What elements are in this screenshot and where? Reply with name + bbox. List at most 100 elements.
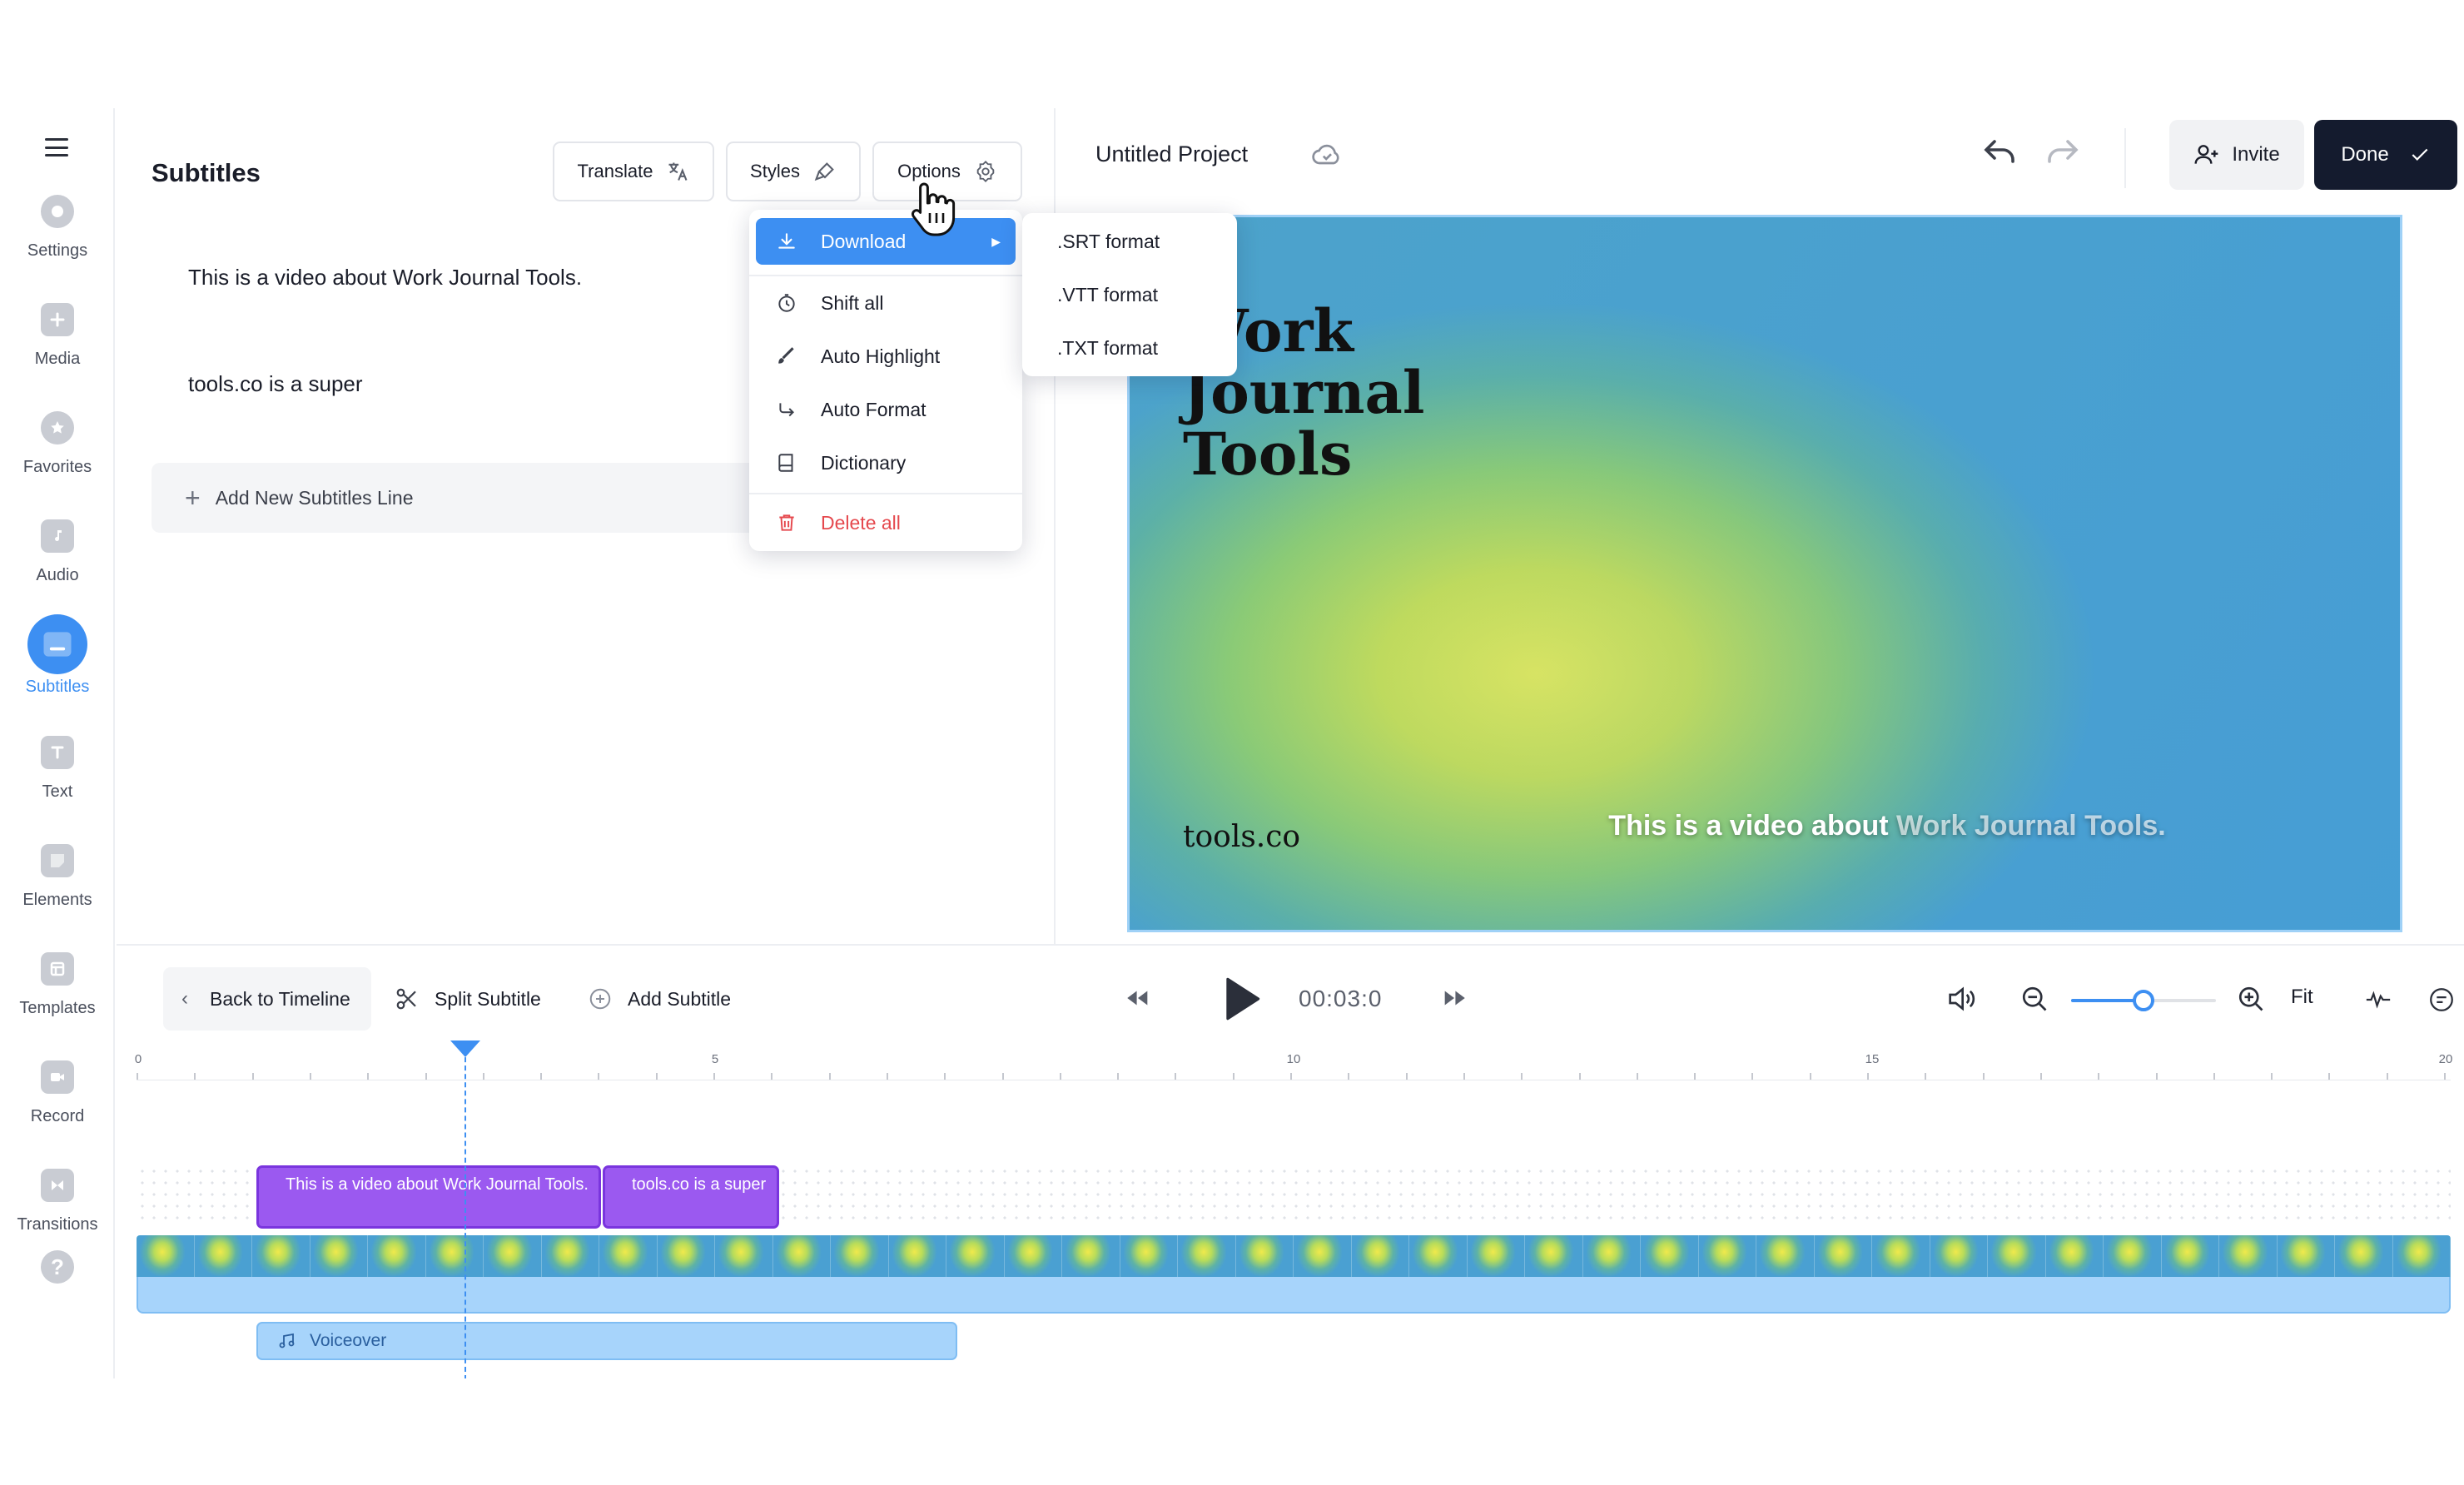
canvas-subtitle[interactable]: This is a video about Work Journal Tools…: [1471, 810, 2303, 842]
options-dropdown-menu: Download ▶ Shift all Auto Highlight Auto…: [749, 210, 1022, 551]
sidebar-item-favorites[interactable]: Favorites: [0, 408, 115, 499]
menu-item-delete-all[interactable]: Delete all: [756, 499, 1016, 546]
zoom-in-icon[interactable]: [2236, 984, 2266, 1014]
submenu-item-txt[interactable]: .TXT format: [1022, 325, 1237, 371]
sidebar-item-subtitles[interactable]: Subtitles: [0, 614, 115, 716]
video-thumbnail-frame: [1814, 1235, 1872, 1277]
settings-icon: [41, 195, 74, 228]
ruler-tick: [1405, 1073, 1408, 1080]
ruler-tick: [1175, 1073, 1177, 1080]
video-thumbnail-frame: [368, 1235, 426, 1277]
sidebar-item-transitions[interactable]: Transitions: [0, 1165, 115, 1257]
ruler-tick: [1925, 1073, 1927, 1080]
menu-item-auto-highlight[interactable]: Auto Highlight: [756, 333, 1016, 380]
ruler-tick: [655, 1073, 658, 1080]
video-thumbnail-frame: [1062, 1235, 1120, 1277]
waveform-icon[interactable]: [2364, 986, 2392, 1014]
menu-divider: [749, 493, 1022, 494]
ruler-label: 15: [1865, 1052, 1880, 1066]
submenu-item-vtt[interactable]: .VTT format: [1022, 271, 1237, 318]
zoom-slider-handle[interactable]: [2133, 990, 2154, 1011]
video-thumbnail-frame: [1235, 1235, 1294, 1277]
app-root: Settings Media Favorites Audio Subtitles…: [0, 0, 2464, 1485]
sidebar-item-media[interactable]: Media: [0, 300, 115, 391]
sidebar-item-label: Record: [30, 1107, 85, 1125]
translate-label: Translate: [577, 161, 653, 181]
zoom-slider[interactable]: [2071, 990, 2216, 1011]
format-arrow-icon: [779, 403, 794, 417]
sidebar-item-label: Audio: [36, 566, 79, 584]
menu-item-shift-all[interactable]: Shift all: [756, 280, 1016, 326]
subtitle-clip-2[interactable]: tools.co is a super: [603, 1165, 779, 1229]
video-thumbnail-frame: [310, 1235, 368, 1277]
canvas-brand-text[interactable]: tools.co: [1183, 820, 1300, 854]
ruler-label: 20: [2438, 1052, 2453, 1066]
video-thumbnail-frame: [2045, 1235, 2104, 1277]
video-thumbnail-frame: [1178, 1235, 1236, 1277]
subtitle-line-1[interactable]: This is a video about Work Journal Tools…: [188, 265, 582, 291]
video-thumbnail-frame: [252, 1235, 310, 1277]
video-thumbnail-frame: [2277, 1235, 2335, 1277]
ruler-tick: [1290, 1073, 1292, 1080]
ruler-tick: [1059, 1073, 1061, 1080]
sidebar-item-label: Templates: [19, 999, 96, 1017]
ruler-tick: [2155, 1073, 2158, 1080]
ruler-tick: [771, 1073, 773, 1080]
captions-icon[interactable]: [2427, 986, 2456, 1014]
redo-icon[interactable]: [2043, 135, 2083, 175]
play-icon[interactable]: [1219, 976, 1262, 1022]
translate-button[interactable]: Translate: [553, 142, 714, 201]
menu-item-download[interactable]: Download ▶: [756, 218, 1016, 265]
back-to-timeline-button[interactable]: ‹ Back to Timeline: [163, 967, 371, 1031]
sidebar-item-templates[interactable]: Templates: [0, 949, 115, 1040]
video-track-thumbnails[interactable]: [137, 1235, 2451, 1277]
sidebar-item-text[interactable]: Text: [0, 733, 115, 824]
ruler-tick: [1809, 1073, 1811, 1080]
menu-item-dictionary[interactable]: Dictionary: [756, 440, 1016, 486]
video-thumbnail-frame: [1004, 1235, 1062, 1277]
done-button[interactable]: Done: [2314, 120, 2457, 190]
playhead[interactable]: [450, 1040, 480, 1378]
subtitles-icon: [27, 614, 87, 674]
sidebar-item-elements[interactable]: Elements: [0, 841, 115, 932]
subtitle-clip-1[interactable]: This is a video about Work Journal Tools…: [256, 1165, 601, 1229]
video-track[interactable]: [137, 1275, 2451, 1314]
rewind-icon[interactable]: [1124, 984, 1152, 1012]
sidebar-item-record[interactable]: Record: [0, 1057, 115, 1149]
templates-icon: [41, 952, 74, 986]
chevron-left-icon: ‹: [181, 987, 188, 1010]
submenu-item-srt[interactable]: .SRT format: [1022, 218, 1237, 265]
timeline-ruler[interactable]: 0 5 10 15 20: [135, 1047, 2453, 1080]
ruler-tick: [2386, 1073, 2388, 1080]
sidebar-item-settings[interactable]: Settings: [0, 191, 115, 283]
undo-icon[interactable]: [1980, 135, 2019, 175]
hamburger-menu-icon[interactable]: [45, 138, 68, 156]
add-subtitle-button[interactable]: Add Subtitle: [588, 967, 731, 1031]
zoom-out-icon[interactable]: [2019, 984, 2049, 1014]
styles-button[interactable]: Styles: [726, 142, 861, 201]
menu-item-label: Delete all: [821, 511, 901, 534]
volume-icon[interactable]: [1945, 982, 1978, 1016]
fast-forward-icon[interactable]: [1440, 984, 1468, 1012]
fit-button[interactable]: Fit: [2291, 986, 2313, 1009]
add-user-icon: [2194, 145, 2218, 164]
playhead-handle[interactable]: [450, 1040, 480, 1057]
voiceover-label: Voiceover: [310, 1331, 387, 1350]
ruler-label: 10: [1286, 1052, 1301, 1066]
video-thumbnail-frame: [946, 1235, 1005, 1277]
video-canvas[interactable]: Work Journal Tools tools.co This is a vi…: [1127, 215, 2402, 932]
voiceover-clip[interactable]: Voiceover: [256, 1322, 957, 1360]
canvas-title-line: Tools: [1183, 420, 1353, 489]
ruler-tick: [2328, 1073, 2331, 1080]
editor-window: Settings Media Favorites Audio Subtitles…: [0, 108, 2464, 1378]
sidebar-item-audio[interactable]: Audio: [0, 516, 115, 608]
star-icon: [41, 411, 74, 445]
project-title[interactable]: Untitled Project: [1095, 142, 1248, 167]
video-thumbnail-frame: [1351, 1235, 1409, 1277]
help-icon[interactable]: ?: [41, 1250, 74, 1284]
transitions-icon: [41, 1169, 74, 1202]
invite-button[interactable]: Invite: [2169, 120, 2304, 190]
menu-item-auto-format[interactable]: Auto Format: [756, 386, 1016, 433]
split-subtitle-button[interactable]: Split Subtitle: [395, 967, 541, 1031]
subtitle-line-2[interactable]: tools.co is a super: [188, 371, 363, 397]
